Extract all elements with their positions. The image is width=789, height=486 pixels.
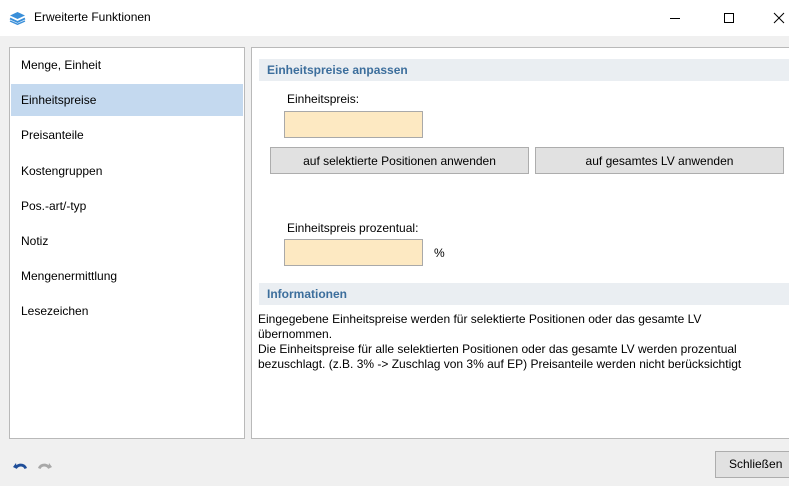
section-header-einheitspreise: Einheitspreise anpassen [259, 59, 789, 81]
section-header-informationen: Informationen [259, 283, 789, 305]
sidebar-item-lesezeichen[interactable]: Lesezeichen [11, 295, 243, 327]
sidebar-item-notiz[interactable]: Notiz [11, 225, 243, 257]
sidebar-item-mengenermittlung[interactable]: Mengenermittlung [11, 260, 243, 292]
sidebar-item-preisanteile[interactable]: Preisanteile [11, 119, 243, 151]
window-title: Erweiterte Funktionen [34, 10, 151, 24]
info-text-line-2: Die Einheitspreise für alle selektierten… [258, 342, 742, 371]
minimize-icon [670, 18, 680, 19]
close-window-button[interactable] [756, 0, 789, 36]
maximize-button[interactable] [706, 0, 752, 36]
unit-price-input[interactable] [284, 111, 423, 138]
layers-icon [9, 11, 26, 26]
unit-price-label: Einheitspreis: [287, 92, 360, 106]
sidebar-item-kostengruppen[interactable]: Kostengruppen [11, 155, 243, 187]
sidebar-nav: Menge, Einheit Einheitspreise Preisantei… [9, 47, 245, 439]
percent-unit: % [434, 246, 445, 260]
undo-icon[interactable] [12, 460, 30, 474]
percent-input[interactable] [284, 239, 423, 266]
apply-all-button[interactable]: auf gesamtes LV anwenden [535, 147, 784, 174]
close-icon [773, 12, 785, 24]
info-text: Eingegebene Einheitspreise werden für se… [258, 312, 778, 372]
sidebar-item-menge-einheit[interactable]: Menge, Einheit [11, 49, 243, 81]
sidebar-item-pos-art-typ[interactable]: Pos.-art/-typ [11, 190, 243, 222]
minimize-button[interactable] [652, 0, 698, 36]
close-button[interactable]: Schließen [715, 451, 789, 478]
maximize-icon [724, 13, 734, 23]
info-text-line-1: Eingegebene Einheitspreise werden für se… [258, 312, 702, 341]
content-panel: Einheitspreise anpassen Einheitspreis: a… [251, 47, 789, 439]
sidebar-item-einheitspreise[interactable]: Einheitspreise [11, 84, 243, 116]
redo-icon[interactable] [35, 460, 53, 474]
title-bar: Erweiterte Funktionen [0, 0, 789, 36]
percent-label: Einheitspreis prozentual: [287, 221, 419, 235]
dialog-body: Menge, Einheit Einheitspreise Preisantei… [0, 36, 789, 486]
apply-selected-button[interactable]: auf selektierte Positionen anwenden [270, 147, 529, 174]
